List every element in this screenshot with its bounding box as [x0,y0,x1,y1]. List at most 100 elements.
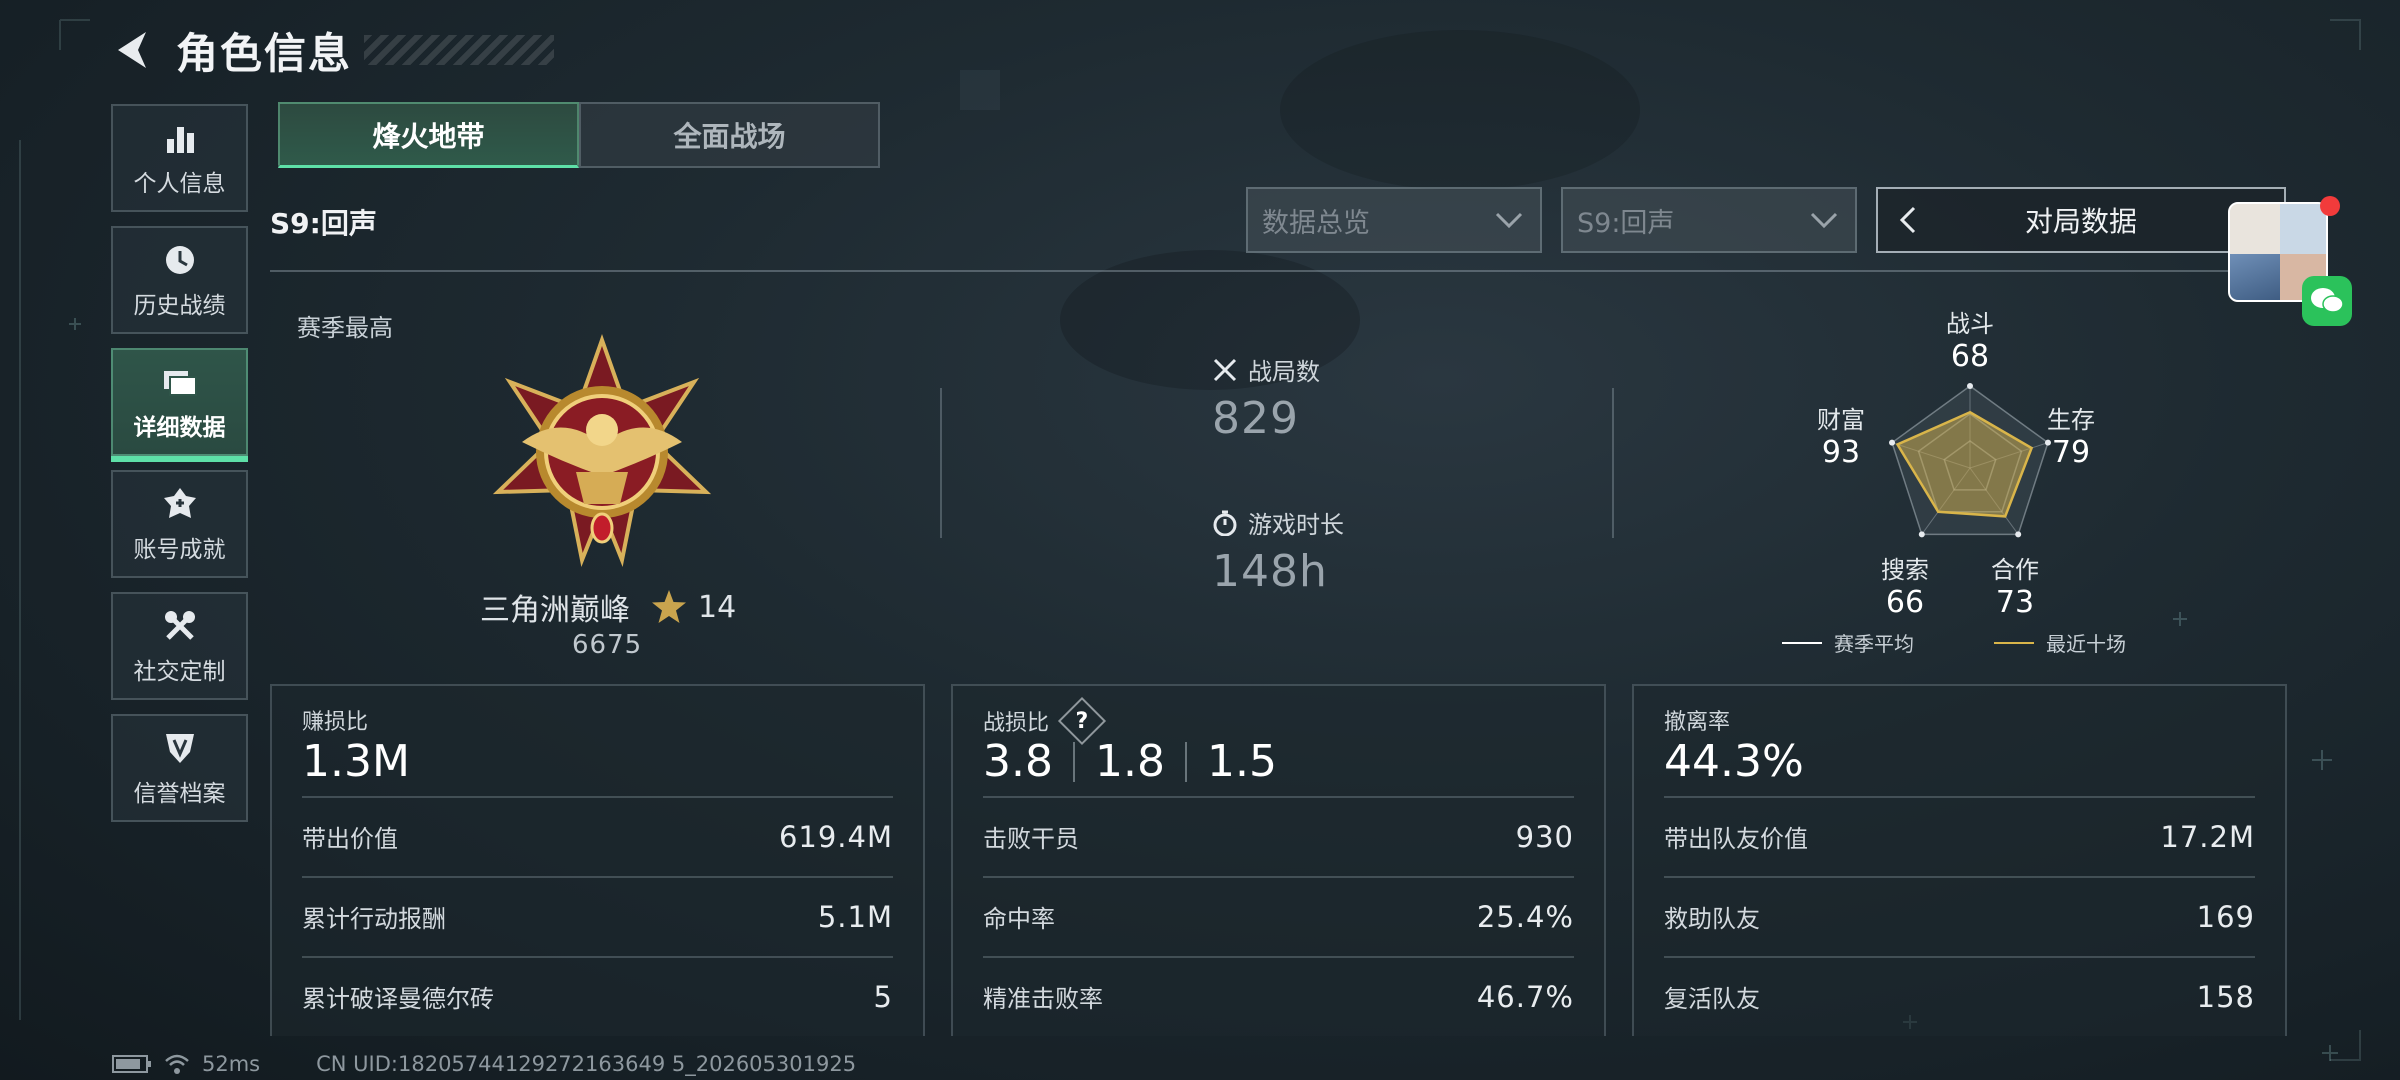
row-label: 精准击败率 [983,985,1103,1013]
medal-icon [160,484,200,524]
radar-axis-dot [1889,439,1896,446]
row-label: 带出价值 [302,825,398,853]
vertical-divider [1612,388,1614,538]
row-value: 169 [2196,899,2255,934]
tab-hazard-zone[interactable]: 烽火地带 [278,102,579,168]
chevron-left-icon [1899,206,1916,234]
extract-panel: 撤离率 44.3% 带出队友价值 17.2M 救助队友 169 复活队友 158 [1632,684,2287,1036]
star-icon [652,590,686,623]
stopwatch-icon [1213,510,1237,536]
overview-dropdown[interactable]: 数据总览 [1246,187,1542,253]
panel-title: 赚损比 [302,710,369,735]
row-value: 5 [873,979,893,1014]
table-row: 复活队友 158 [1664,956,2255,1035]
radar-axis-value: 66 [1885,585,1925,620]
chevron-down-icon [1495,212,1523,229]
radar-axis-name: 财富 [1817,406,1865,434]
season-dropdown[interactable]: S9:回声 [1561,187,1857,253]
battery-icon [112,1055,151,1073]
sidebar-item-reputation[interactable]: 信誉档案 [111,714,248,822]
battles-label: 战局数 [1248,358,1320,386]
divider [270,270,2286,272]
kd-panel: 战损比 ? 3.8 1.8 1.5 击败干员 930 命中率 25.4% 精准击败率… [951,684,1606,1036]
rank-score: 6675 [572,630,643,660]
value-separator [1184,741,1187,782]
row-label: 带出队友价值 [1664,825,1808,853]
rank-medal-icon [492,333,712,567]
battles-stat: 战局数 829 [1212,352,1320,444]
season-label: S9:回声 [270,207,377,240]
row-value: 619.4M [778,819,893,854]
playtime-stat: 游戏时长 148h [1212,505,1344,597]
sidebar-item-personal-info[interactable]: 个人信息 [111,104,248,212]
table-row: 累计破译曼德尔砖 5 [302,956,893,1035]
help-glyph: ? [1075,708,1089,734]
sidebar: 个人信息 历史战绩 详细数据 账号成就 社交定制 信誉档案 [111,104,248,836]
profit-ratio-value: 1.3M [302,736,410,787]
rank-row: 三角洲巅峰 14 [480,585,736,629]
row-label: 复活队友 [1664,985,1760,1013]
panel-title: 战损比 [983,711,1050,736]
row-value: 25.4% [1476,899,1574,934]
notification-dot [2320,196,2340,216]
radar-axis-dot [1967,383,1973,389]
kd-values: 3.8 1.8 1.5 [983,736,1277,787]
sidebar-item-label: 个人信息 [133,171,226,197]
clock-history-icon [160,240,200,280]
radar-chart: 战斗 68 生存 79 合作 73 搜索 66 财富 93 [1800,300,2140,660]
legend-season-avg: 赛季平均 [1834,632,1914,656]
crossed-swords-icon [1213,358,1237,381]
row-label: 累计破译曼德尔砖 [302,985,494,1013]
uid-text: CN UID:18205744129272163649 5_2026053019… [316,1052,857,1076]
radar-axis-name: 战斗 [1946,310,1994,338]
table-row: 救助队友 169 [1664,876,2255,955]
match-data-button[interactable]: 对局数据 [1876,187,2286,253]
page-title: 角色信息 [176,28,353,78]
avatar [2230,254,2280,300]
table-row: 带出队友价值 17.2M [1664,796,2255,875]
kd-value-3: 1.5 [1206,736,1277,787]
radar-label-search: 搜索 66 [1870,550,1940,620]
kd-value-1: 3.8 [983,736,1053,787]
rank-stars: 14 [698,589,737,625]
radar-axis-value: 79 [2051,435,2091,470]
sidebar-item-label: 社交定制 [133,659,226,685]
radar-axis-name: 搜索 [1881,556,1929,584]
legend-swatch-season-avg [1782,641,1822,644]
radar-axis-value: 68 [1950,339,1990,374]
row-value: 5.1M [817,899,893,934]
row-label: 命中率 [983,905,1055,933]
sidebar-item-detailed-data[interactable]: 详细数据 [111,348,248,462]
floating-chat-widget[interactable] [2228,196,2352,326]
sidebar-item-history[interactable]: 历史战绩 [111,226,248,334]
table-row: 累计行动报酬 5.1M [302,876,893,955]
row-value: 158 [2196,979,2255,1014]
table-row: 带出价值 619.4M [302,796,893,875]
status-footer: 52ms CN UID:18205744129272163649 5_20260… [112,1052,856,1076]
chevron-down-icon [1810,212,1838,229]
radar-axis-value: 93 [1821,435,1861,470]
table-row: 击败干员 930 [983,796,1574,875]
title-stripes [364,35,555,65]
radar-label-wealth: 财富 93 [1806,400,1876,470]
bar-chart-icon [160,118,200,158]
sidebar-item-achievements[interactable]: 账号成就 [111,470,248,578]
row-value: 17.2M [2160,819,2255,854]
tools-icon [160,606,200,646]
header: 角色信息 [110,20,555,80]
radar-legend: 赛季平均 最近十场 [1782,628,2126,657]
sidebar-item-label: 账号成就 [133,537,226,563]
back-arrow-icon[interactable] [110,28,154,72]
playtime-label: 游戏时长 [1248,511,1344,539]
row-label: 累计行动报酬 [302,905,446,933]
row-value: 46.7% [1476,979,1574,1014]
radar-label-combat: 战斗 68 [1940,304,2000,374]
radar-label-cooperation: 合作 73 [1980,550,2050,620]
sidebar-item-social[interactable]: 社交定制 [111,592,248,700]
playtime-value: 148h [1212,546,1328,597]
row-value: 930 [1515,819,1574,854]
tab-full-battlefield[interactable]: 全面战场 [579,102,880,168]
folder-icon [160,362,200,402]
legend-recent: 最近十场 [2046,632,2126,656]
shield-icon [160,728,200,768]
